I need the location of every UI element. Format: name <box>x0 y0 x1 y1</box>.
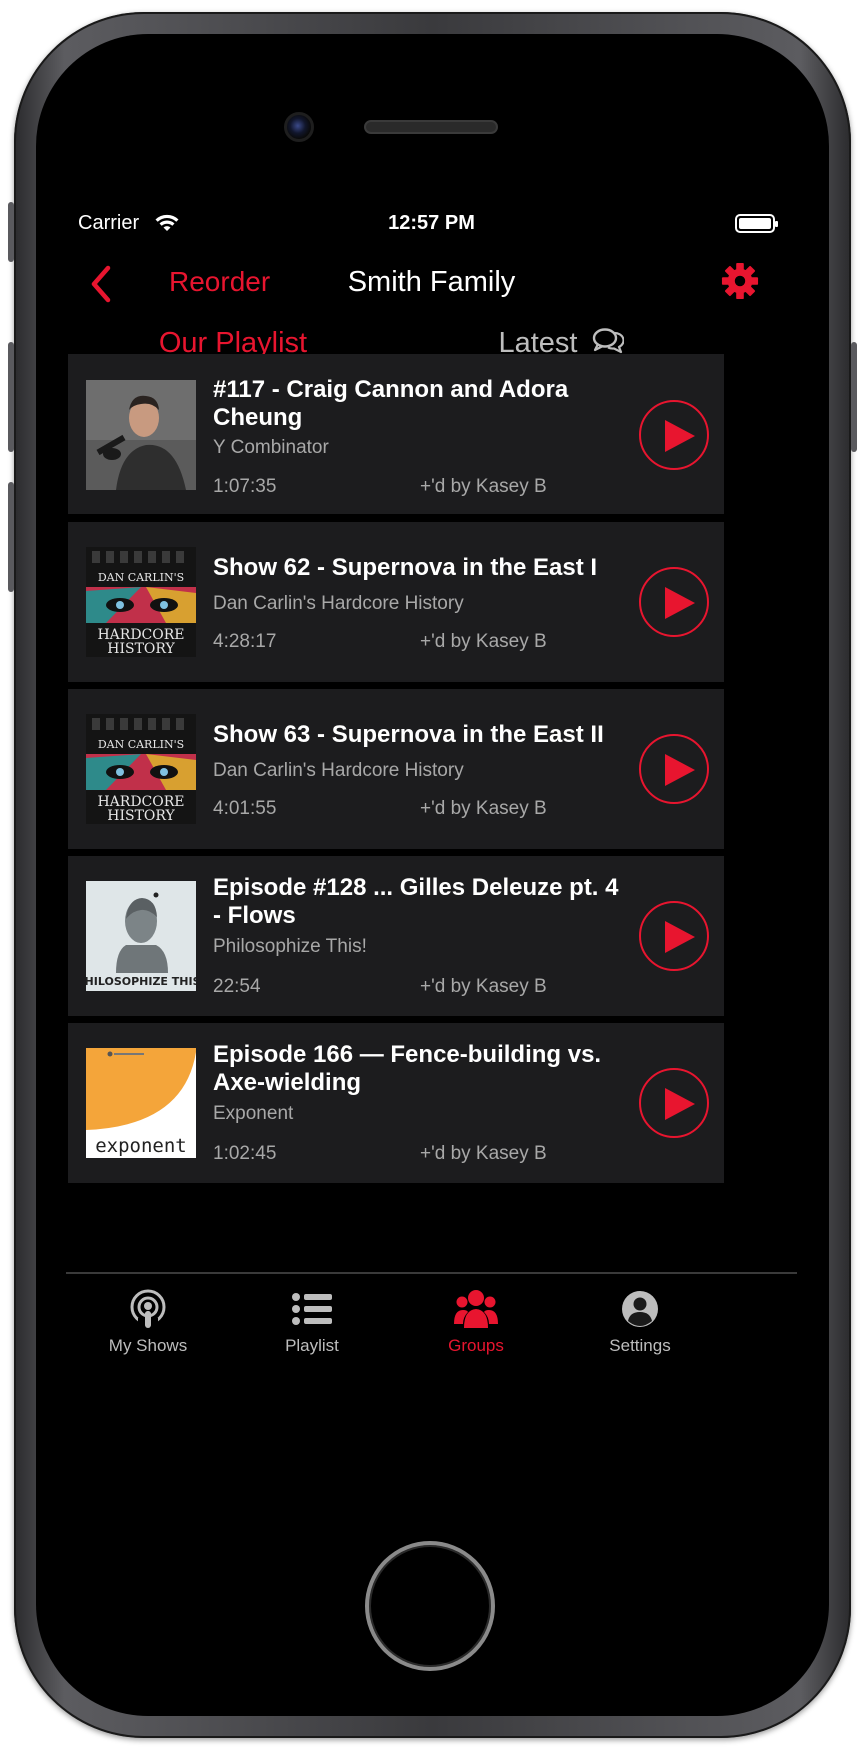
tab-my-shows[interactable]: My Shows <box>66 1274 230 1356</box>
status-bar: Carrier 12:57 PM <box>66 212 797 238</box>
tab-settings[interactable]: Settings <box>558 1274 722 1356</box>
list-item[interactable]: DAN CARLIN'S HARDCORE HISTORY Show 62 - … <box>68 522 724 682</box>
play-icon <box>665 754 695 786</box>
user-circle-icon <box>622 1291 658 1327</box>
episode-show: Dan Carlin's Hardcore History <box>213 760 464 781</box>
svg-text:DAN CARLIN'S: DAN CARLIN'S <box>98 738 184 751</box>
episode-title: Episode #128 ... Gilles Deleuze pt. 4 - … <box>213 874 619 929</box>
added-by: +'d by Kasey B <box>420 976 547 997</box>
play-button[interactable] <box>639 734 709 804</box>
episode-title: #117 - Craig Cannon and Adora Cheung <box>213 376 569 431</box>
svg-text:exponent: exponent <box>95 1135 187 1157</box>
front-camera <box>284 112 314 142</box>
tab-playlist[interactable]: Playlist <box>230 1274 394 1356</box>
play-icon <box>665 420 695 452</box>
play-button[interactable] <box>639 1068 709 1138</box>
episode-artwork <box>86 380 196 490</box>
playlist-list: #117 - Craig Cannon and Adora Cheung Y C… <box>66 354 797 1254</box>
volume-up-button <box>8 342 14 452</box>
list-item[interactable]: PHILOSOPHIZE THIS! Episode #128 ... Gill… <box>68 856 724 1016</box>
added-by: +'d by Kasey B <box>420 476 547 497</box>
episode-artwork: DAN CARLIN'S HARDCORE HISTORY <box>86 714 196 824</box>
episode-duration: 1:02:45 <box>213 1143 277 1164</box>
play-icon <box>665 921 695 953</box>
chat-bubbles-icon <box>592 328 624 354</box>
group-icon <box>454 1290 498 1328</box>
episode-title: Show 62 - Supernova in the East I <box>213 554 598 581</box>
tab-label: Groups <box>448 1336 504 1355</box>
play-icon <box>665 587 695 619</box>
play-icon <box>665 1088 695 1120</box>
episode-show: Philosophize This! <box>213 936 367 957</box>
mute-switch <box>8 202 14 262</box>
svg-text:PHILOSOPHIZE THIS!: PHILOSOPHIZE THIS! <box>86 975 196 988</box>
app-screen: Carrier 12:57 PM Reorder Smith Family Ou… <box>66 188 797 1488</box>
added-by: +'d by Kasey B <box>420 631 547 652</box>
power-button <box>851 342 857 452</box>
home-button[interactable] <box>365 1541 495 1671</box>
episode-show: Exponent <box>213 1103 294 1124</box>
clock: 12:57 PM <box>388 212 475 234</box>
episode-artwork: exponent <box>86 1048 196 1158</box>
episode-title: Show 63 - Supernova in the East II <box>213 721 604 748</box>
list-item[interactable]: exponent Episode 166 — Fence-building vs… <box>68 1023 724 1183</box>
episode-duration: 4:28:17 <box>213 631 277 652</box>
episode-duration: 4:01:55 <box>213 798 277 819</box>
added-by: +'d by Kasey B <box>420 1143 547 1164</box>
play-button[interactable] <box>639 567 709 637</box>
list-item[interactable]: DAN CARLIN'S HARDCORE HISTORY Show 63 - … <box>68 689 724 849</box>
play-button[interactable] <box>639 901 709 971</box>
episode-show: Y Combinator <box>213 437 329 458</box>
episode-artwork: PHILOSOPHIZE THIS! <box>86 881 196 991</box>
earpiece-speaker <box>364 120 498 134</box>
play-button[interactable] <box>639 400 709 470</box>
episode-artwork: DAN CARLIN'S HARDCORE HISTORY <box>86 547 196 657</box>
navigation-bar: Reorder Smith Family <box>66 258 797 308</box>
gear-icon[interactable] <box>721 262 759 300</box>
podcast-icon <box>130 1289 166 1328</box>
tab-groups[interactable]: Groups <box>394 1274 558 1356</box>
tab-label: My Shows <box>108 1336 188 1355</box>
tab-label: Settings <box>609 1336 671 1355</box>
tab-label: Playlist <box>285 1336 339 1355</box>
svg-text:HISTORY: HISTORY <box>107 641 175 657</box>
battery-icon <box>735 214 778 233</box>
tab-bar: My Shows Playlist Groups Settings <box>66 1274 797 1384</box>
episode-duration: 1:07:35 <box>213 476 277 497</box>
volume-down-button <box>8 482 14 592</box>
svg-text:HISTORY: HISTORY <box>107 808 175 824</box>
list-icon <box>292 1293 332 1325</box>
svg-text:DAN CARLIN'S: DAN CARLIN'S <box>98 571 184 584</box>
list-item[interactable]: #117 - Craig Cannon and Adora Cheung Y C… <box>68 354 724 514</box>
episode-show: Dan Carlin's Hardcore History <box>213 593 464 614</box>
page-title: Smith Family <box>347 266 516 298</box>
added-by: +'d by Kasey B <box>420 798 547 819</box>
episode-title: Episode 166 — Fence-building vs. Axe-wie… <box>213 1041 602 1096</box>
episode-duration: 22:54 <box>213 976 261 997</box>
